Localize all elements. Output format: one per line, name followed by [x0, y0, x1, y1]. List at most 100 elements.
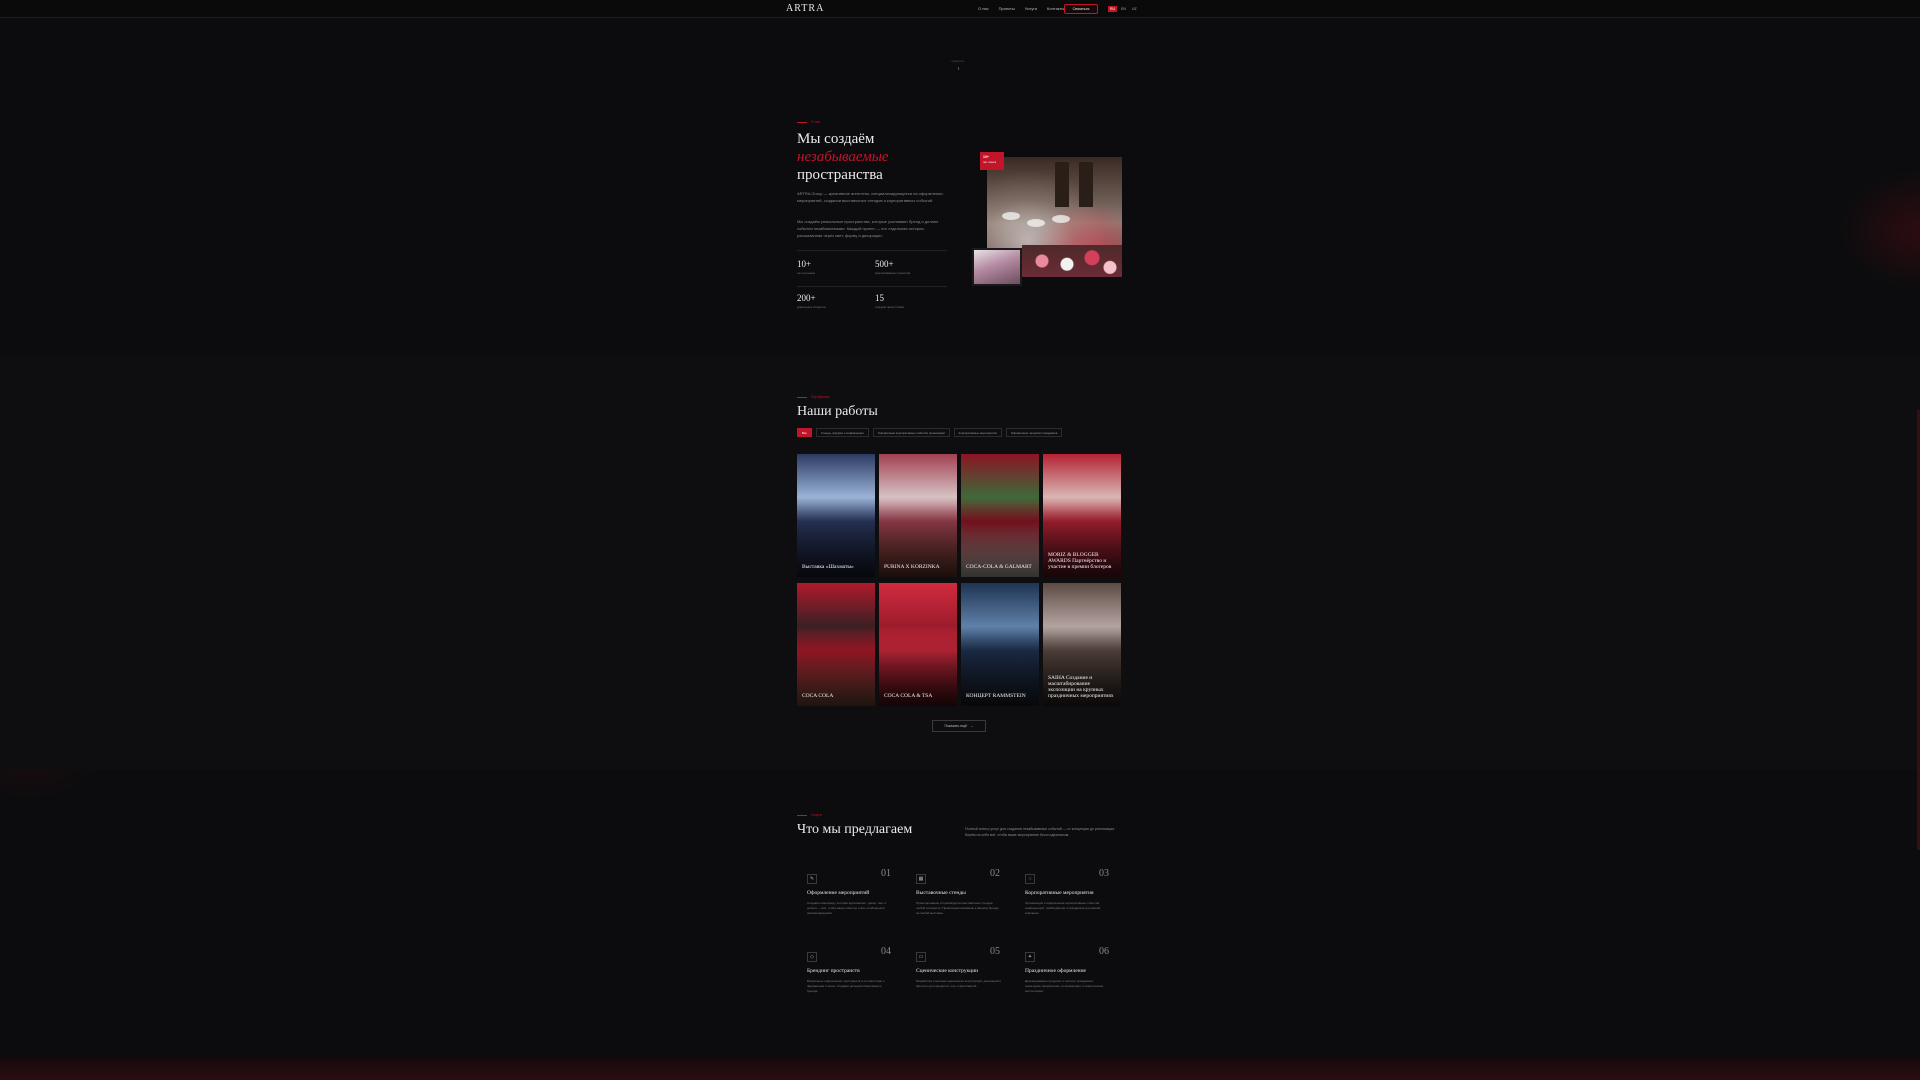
filter-city-holidays[interactable]: Оформление городских праздников — [1005, 428, 1063, 437]
service-card: ▦ 02 Выставочные стенды Проектирование и пр… — [906, 868, 1006, 928]
service-description: Визуальное оформление пространств в соот… — [807, 979, 885, 993]
work-card[interactable]: COCA-COLA & GALMART — [961, 454, 1039, 577]
service-number: 01 — [881, 868, 891, 879]
services-description: Полный спектр услуг для создания незабыв… — [965, 827, 1116, 837]
service-number: 06 — [1099, 946, 1109, 957]
filter-all[interactable]: Все — [797, 428, 812, 437]
work-card[interactable]: Выставка «Шахматы» — [797, 454, 875, 577]
work-card[interactable]: MORIZ & BLOGGER AWARDS Партнёрство и уча… — [1043, 454, 1121, 577]
hero-title: Мы создаём незабываемые пространства — [797, 130, 889, 184]
service-title: Оформление мероприятий — [807, 890, 870, 896]
service-description: Проектирование и производство выставочны… — [916, 901, 999, 915]
service-icon: ◇ — [807, 952, 817, 962]
work-caption: MORIZ & BLOGGER AWARDS Партнёрство и уча… — [1048, 552, 1112, 570]
scroll-indicator — [958, 67, 959, 70]
stat-label: довольных клиентов — [797, 305, 826, 309]
service-title: Сценические конструкции — [916, 968, 979, 974]
photo-detail — [1055, 162, 1069, 207]
stat-item: 15 городов присутствия — [875, 293, 945, 309]
stat-item: 10+ лет на рынке — [797, 259, 867, 275]
nav-link-contacts[interactable]: Контакты — [1047, 6, 1064, 11]
hero-title-line: Мы создаём — [797, 131, 875, 147]
eyebrow-line — [797, 121, 807, 123]
service-description: Разработка и монтаж сценических конструк… — [916, 979, 1001, 988]
service-icon: ✦ — [1025, 952, 1035, 962]
work-shade — [879, 454, 957, 577]
service-icon: ▭ — [916, 952, 926, 962]
works-grid: Выставка «Шахматы» PURINA X KORZINKA COCA-… — [797, 454, 1122, 707]
works-title: Наши работы — [797, 404, 878, 419]
work-caption: COCA-COLA & GALMART — [966, 564, 1032, 570]
service-card: ✎ 01 Оформление мероприятий Создаём атмосфе… — [797, 868, 897, 928]
scroll-indicator-label: прокрутите — [951, 60, 965, 63]
work-shade — [879, 583, 957, 706]
stat-item: 200+ довольных клиентов — [797, 293, 867, 309]
stat-label: городов присутствия — [875, 305, 904, 309]
stat-number: 500+ — [875, 259, 894, 269]
work-shade — [797, 583, 875, 706]
photo-detail — [1027, 219, 1045, 227]
service-number: 02 — [990, 868, 1000, 879]
service-icon: ▦ — [916, 874, 926, 884]
eyebrow-label: О нас — [811, 120, 821, 124]
work-caption: COCA COLA & TSA — [884, 693, 933, 699]
service-description: Организация и оформление корпоративных с… — [1025, 901, 1101, 915]
filter-stands[interactable]: Стенды, форумы и конференции — [815, 428, 869, 437]
service-description: Создаём атмосферу, которая вдохновляет: … — [807, 901, 887, 915]
lang-en[interactable]: EN — [1119, 6, 1128, 12]
show-more-label: Показать ещё — [944, 724, 968, 728]
photo-detail — [1002, 212, 1020, 220]
service-card: ♢ 03 Корпоративные мероприятия Организация … — [1015, 868, 1115, 928]
service-card: ✦ 06 Праздничное оформление Декорирование г… — [1015, 946, 1115, 1006]
work-shade — [797, 454, 875, 577]
work-card[interactable]: PURINA X KORZINKA — [879, 454, 957, 577]
work-card[interactable]: КОНЦЕРТ RAMMSTEIN — [961, 583, 1039, 706]
work-caption: COCA COLA — [802, 693, 834, 699]
main-nav: О нас Проекты Услуги Контакты — [978, 6, 1064, 11]
filter-corporate-decor[interactable]: Оформление корпоративных событий, промоа… — [872, 428, 950, 437]
work-shade — [961, 454, 1039, 577]
work-card[interactable]: SAIHA Создание и масштабирование экспози… — [1043, 583, 1121, 706]
logo[interactable]: ARTRA — [786, 3, 824, 14]
badge-label: лет опыта — [983, 160, 997, 164]
service-card: ▭ 05 Сценические конструкции Разработка и м… — [906, 946, 1006, 1006]
stat-item: 500+ реализованных проектов — [875, 259, 945, 275]
stat-number: 10+ — [797, 259, 812, 269]
service-number: 05 — [990, 946, 1000, 957]
background-glow — [1840, 170, 1920, 290]
service-title: Корпоративные мероприятия — [1025, 890, 1094, 896]
stat-label: лет на рынке — [797, 271, 816, 275]
works-filters: Все Стенды, форумы и конференции Оформле… — [797, 428, 1063, 437]
eyebrow-label: Портфолио — [811, 395, 830, 399]
hero-title-line: пространства — [797, 167, 883, 183]
work-caption: PURINA X KORZINKA — [884, 564, 940, 570]
stats-block: 10+ лет на рынке 500+ реализованных прое… — [797, 250, 947, 309]
footer-band — [0, 1058, 1920, 1080]
stat-label: реализованных проектов — [875, 271, 911, 275]
lang-uz[interactable]: UZ — [1130, 6, 1139, 12]
service-icon: ✎ — [807, 874, 817, 884]
photo-detail — [1079, 162, 1093, 207]
stat-number: 15 — [875, 293, 884, 303]
service-number: 03 — [1099, 868, 1109, 879]
nav-link-services[interactable]: Услуги — [1025, 6, 1037, 11]
photo-detail — [1052, 215, 1070, 223]
nav-link-projects[interactable]: Проекты — [999, 6, 1015, 11]
services-title: Что мы предлагаем — [797, 822, 913, 837]
filter-corporate-events[interactable]: Корпоративные мероприятия — [953, 428, 1002, 437]
lang-ru[interactable]: RU — [1108, 6, 1118, 12]
work-card[interactable]: COCA COLA & TSA — [879, 583, 957, 706]
service-title: Брендинг пространств — [807, 968, 860, 974]
service-description: Декорирование городских и частных праздн… — [1025, 979, 1104, 993]
hero-paragraph: ARTRA Group — креативное агентство, спец… — [797, 191, 943, 203]
nav-link-about[interactable]: О нас — [978, 6, 989, 11]
work-caption: Выставка «Шахматы» — [802, 564, 854, 570]
service-icon: ♢ — [1025, 874, 1035, 884]
site-header: ARTRA О нас Проекты Услуги Контакты Связ… — [0, 0, 1920, 18]
service-title: Праздничное оформление — [1025, 968, 1086, 974]
divider — [797, 286, 947, 287]
work-card[interactable]: COCA COLA — [797, 583, 875, 706]
language-switcher: RU EN UZ — [1108, 6, 1139, 12]
contact-button[interactable]: Связаться — [1064, 4, 1098, 14]
show-more-button[interactable]: Показать ещё → — [932, 720, 986, 732]
